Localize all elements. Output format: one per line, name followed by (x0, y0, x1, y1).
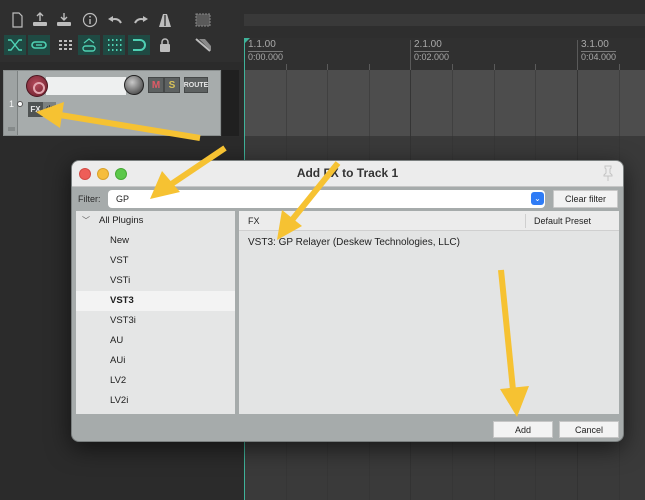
timeline-ruler[interactable]: 1.1.00 0:00.000 2.1.00 0:02.000 3.1.00 0… (244, 38, 645, 70)
ruler-bar-label: 2.1.00 (414, 40, 450, 52)
record-arm-button[interactable] (26, 75, 48, 97)
save-icon[interactable] (29, 10, 51, 30)
tree-item-label: LV2i (110, 395, 129, 406)
edit-cursor-flag[interactable] (244, 38, 250, 44)
pin-icon[interactable] (601, 164, 615, 182)
add-button[interactable]: Add (493, 421, 553, 438)
envelope-link-icon[interactable] (78, 35, 100, 55)
ruler-time-label: 0:04.000 (581, 52, 617, 62)
column-header-fx[interactable]: FX (248, 216, 260, 226)
ruler-marker: 2.1.00 0:02.000 (414, 40, 450, 62)
fx-bypass-power-icon[interactable]: ⏻ (43, 102, 56, 117)
filter-label: Filter: (78, 194, 101, 204)
tree-item-all-plugins[interactable]: ﹀ All Plugins (76, 211, 235, 231)
marquee-select-icon[interactable] (192, 10, 214, 30)
column-separator[interactable] (525, 214, 526, 228)
open-icon[interactable] (53, 10, 75, 30)
ruler-bar-label: 3.1.00 (581, 40, 617, 52)
ruler-major-tick (577, 40, 578, 70)
track-select-dot[interactable] (17, 101, 23, 107)
tree-item-label: AUi (110, 355, 126, 366)
redo-icon[interactable] (130, 10, 152, 30)
ruler-time-label: 0:00.000 (248, 52, 284, 62)
track-number-column: 1 (4, 71, 18, 135)
ripple-edit-icon[interactable] (192, 35, 214, 55)
chevron-down-icon: ⌄ (534, 194, 541, 203)
lock-icon[interactable] (154, 35, 176, 55)
tree-item-label: AU (110, 335, 124, 346)
plugin-list-header: FX Default Preset (239, 211, 619, 231)
tree-item[interactable]: VSTi (76, 271, 235, 291)
cancel-button[interactable]: Cancel (559, 421, 619, 438)
track-1-lane[interactable] (244, 70, 645, 136)
track-1-panel[interactable]: 1 M S ROUTE FX ⏻ (3, 70, 221, 136)
track-number: 1 (9, 99, 15, 109)
dialog-titlebar[interactable]: Add FX to Track 1 (72, 161, 623, 187)
grid-line (286, 70, 287, 136)
ruler-time-label: 0:02.000 (414, 52, 450, 62)
ruler-region-lane[interactable] (244, 14, 645, 26)
grid-line (369, 70, 370, 136)
filter-input[interactable] (108, 190, 545, 208)
grid-line (577, 70, 578, 136)
grid-line (410, 70, 411, 136)
snap-grid-icon[interactable] (103, 35, 125, 55)
new-project-icon[interactable] (6, 10, 28, 30)
track-meter-area (222, 70, 239, 136)
tree-item-selected[interactable]: VST3 (76, 291, 235, 311)
ruler-marker: 1.1.00 0:00.000 (248, 40, 284, 62)
tree-item-label: All Plugins (99, 215, 144, 226)
volume-knob[interactable] (124, 75, 144, 95)
tree-item-label: New (110, 235, 130, 246)
link-icon[interactable] (28, 35, 50, 55)
tree-item[interactable]: AU (76, 331, 235, 351)
magnet-icon[interactable] (128, 35, 150, 55)
column-header-default-preset[interactable]: Default Preset (534, 216, 591, 226)
tree-item[interactable]: New (76, 231, 235, 251)
grid-line (619, 70, 620, 136)
ruler-bar-label: 1.1.00 (248, 40, 284, 52)
tree-item-label: VST3i (110, 315, 136, 326)
filter-history-dropdown[interactable]: ⌄ (531, 192, 544, 205)
chevron-down-icon[interactable]: ﹀ (82, 211, 90, 231)
tree-item-label: VSTi (110, 275, 131, 286)
route-button[interactable]: ROUTE (184, 77, 208, 93)
solo-button[interactable]: S (164, 77, 180, 93)
mute-button[interactable]: M (148, 77, 164, 93)
folder-icon[interactable] (8, 127, 15, 131)
add-fx-dialog: Add FX to Track 1 Filter: ⌄ Clear filter… (71, 160, 624, 442)
tree-item[interactable]: VST3i (76, 311, 235, 331)
tree-item-label: VST3 (110, 295, 134, 306)
metronome-icon[interactable] (154, 10, 176, 30)
tree-item[interactable]: LV2 (76, 371, 235, 391)
fx-button[interactable]: FX (28, 102, 43, 117)
plugin-row[interactable]: VST3: GP Relayer (Deskew Technologies, L… (239, 234, 619, 252)
grid-line (452, 70, 453, 136)
grid-line (535, 70, 536, 136)
tree-item[interactable]: VST (76, 251, 235, 271)
grid-icon[interactable] (55, 35, 77, 55)
reaper-window: 1 M S ROUTE FX ⏻ 1.1.00 0:00.000 2.1.00 … (0, 0, 645, 500)
track-name-field[interactable] (46, 77, 126, 95)
main-toolbar (0, 0, 240, 62)
ruler-major-tick (410, 40, 411, 70)
clear-filter-button[interactable]: Clear filter (553, 190, 618, 208)
crossfade-icon[interactable] (4, 35, 26, 55)
ruler-marker: 3.1.00 0:04.000 (581, 40, 617, 62)
plugin-list: FX Default Preset VST3: GP Relayer (Desk… (239, 211, 619, 414)
undo-icon[interactable] (104, 10, 126, 30)
info-icon[interactable] (79, 10, 101, 30)
tree-item[interactable]: AUi (76, 351, 235, 371)
tree-item-label: VST (110, 255, 129, 266)
grid-line (494, 70, 495, 136)
tree-item[interactable]: LV2i (76, 391, 235, 411)
plugin-category-tree: ﹀ All Plugins New VST VSTi VST3 VST3i AU… (76, 211, 235, 414)
dialog-title: Add FX to Track 1 (296, 166, 399, 180)
tree-item-label: LV2 (110, 375, 127, 386)
grid-line (327, 70, 328, 136)
